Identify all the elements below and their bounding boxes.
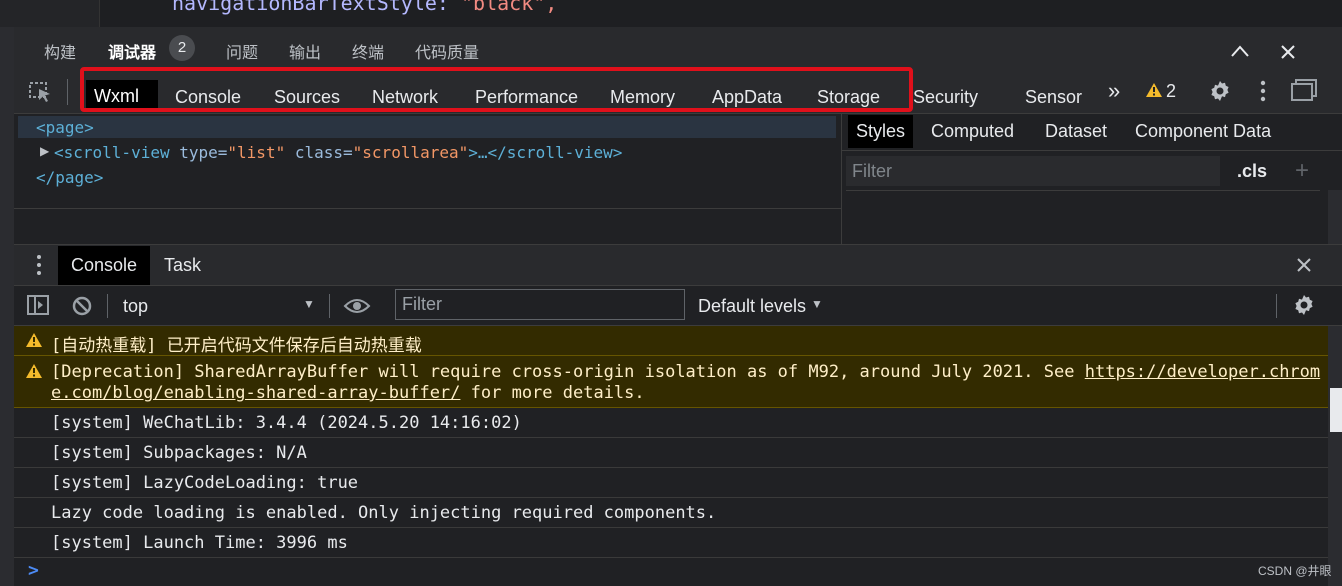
window-left-edge — [0, 27, 14, 586]
toolbar-divider — [107, 294, 108, 318]
page-close-tag[interactable]: </page> — [36, 168, 103, 187]
warning-count[interactable]: 2 — [1166, 81, 1176, 102]
console-message-warning[interactable]: [Deprecation] SharedArrayBuffer will req… — [14, 356, 1328, 408]
editor-code-strip: navigationBarTextStyle: "black", — [0, 0, 1342, 27]
debugger-count-badge: 2 — [169, 35, 195, 61]
tab-output[interactable]: 输出 — [289, 39, 321, 63]
editor-code-line: navigationBarTextStyle: "black", — [172, 0, 558, 15]
eye-icon[interactable] — [343, 296, 371, 316]
close-icon[interactable] — [1279, 43, 1297, 61]
clear-console-icon[interactable] — [71, 295, 93, 317]
console-scrollbar[interactable] — [1328, 326, 1342, 586]
tab-component-data[interactable]: Component Data — [1135, 121, 1271, 142]
log-levels-dropdown[interactable]: Default levels — [698, 296, 806, 317]
expand-triangle-icon[interactable]: ▶ — [40, 144, 49, 158]
context-dropdown-icon[interactable]: ▼ — [303, 297, 315, 311]
console-message-warning[interactable]: [自动热重载] 已开启代码文件保存后自动热重载 — [14, 326, 1328, 356]
drawer-tab-console[interactable]: Console — [58, 246, 150, 285]
more-tabs-icon[interactable]: » — [1108, 78, 1120, 104]
sidebar-toggle-icon[interactable] — [26, 294, 50, 316]
watermark: CSDN @井眼 — [1258, 564, 1332, 578]
console-message[interactable]: [system] Launch Time: 3996 ms — [14, 528, 1328, 558]
tab-sensor[interactable]: Sensor — [1025, 80, 1082, 110]
console-message[interactable]: [system] Subpackages: N/A — [14, 438, 1328, 468]
warning-icon — [26, 364, 42, 378]
warning-icon[interactable] — [1145, 82, 1163, 98]
tab-dataset[interactable]: Dataset — [1045, 121, 1107, 142]
tab-terminal[interactable]: 终端 — [352, 39, 384, 63]
toolbar-divider — [1276, 294, 1277, 318]
page-open-tag[interactable]: <page> — [36, 118, 94, 137]
toolbar-divider — [329, 294, 330, 318]
levels-dropdown-icon[interactable]: ▼ — [811, 297, 823, 311]
console-settings-icon[interactable] — [1292, 293, 1316, 317]
console-prompt[interactable]: > — [28, 560, 39, 581]
drawer-close-icon[interactable] — [1295, 256, 1313, 274]
drawer-tab-task[interactable]: Task — [164, 255, 201, 276]
tab-styles[interactable]: Styles — [848, 115, 914, 148]
gear-icon[interactable] — [1208, 79, 1232, 103]
styles-filter-input[interactable]: Filter — [846, 156, 1220, 186]
console-message[interactable]: [system] WeChatLib: 3.4.4 (2024.5.20 14:… — [14, 408, 1328, 438]
kebab-menu-icon[interactable] — [1259, 80, 1267, 102]
editor-gutter — [0, 0, 100, 27]
toolbar-divider — [67, 79, 68, 105]
tab-code-quality[interactable]: 代码质量 — [415, 39, 479, 63]
tab-computed[interactable]: Computed — [931, 121, 1014, 142]
highlight-box — [80, 67, 913, 112]
context-selector[interactable]: top — [123, 296, 148, 317]
styles-scrollbar[interactable] — [1328, 190, 1342, 244]
cls-toggle[interactable]: .cls — [1237, 161, 1267, 182]
scroll-view-node[interactable]: <scroll-view type="list" class="scrollar… — [54, 143, 622, 162]
add-rule-icon[interactable]: + — [1295, 157, 1309, 185]
dock-side-icon[interactable] — [1290, 78, 1318, 102]
deprecation-link[interactable]: e.com/blog/enabling-shared-array-buffer/ — [51, 383, 460, 403]
selected-node-highlight — [18, 116, 836, 138]
panel-divider — [14, 208, 842, 209]
inspect-element-icon[interactable] — [28, 80, 54, 104]
tab-build[interactable]: 构建 — [44, 39, 76, 63]
console-message[interactable]: [system] LazyCodeLoading: true — [14, 468, 1328, 498]
console-message[interactable]: Lazy code loading is enabled. Only injec… — [14, 498, 1328, 528]
drawer-menu-icon[interactable] — [35, 254, 43, 276]
tab-debugger[interactable]: 调试器 — [108, 39, 156, 63]
drawer-tabbar — [14, 244, 1342, 286]
ide-panel-tabbar — [14, 27, 1342, 72]
console-filter-input[interactable]: Filter — [395, 289, 685, 320]
styles-tab-divider — [842, 150, 1342, 151]
scrollbar-thumb[interactable] — [1330, 388, 1342, 432]
deprecation-link[interactable]: https://developer.chrom — [1085, 362, 1320, 382]
tab-security[interactable]: Security — [913, 80, 978, 110]
tab-problems[interactable]: 问题 — [226, 39, 258, 63]
filter-underline — [846, 190, 1320, 191]
chevron-up-icon[interactable] — [1230, 44, 1250, 58]
warning-icon — [26, 333, 42, 347]
